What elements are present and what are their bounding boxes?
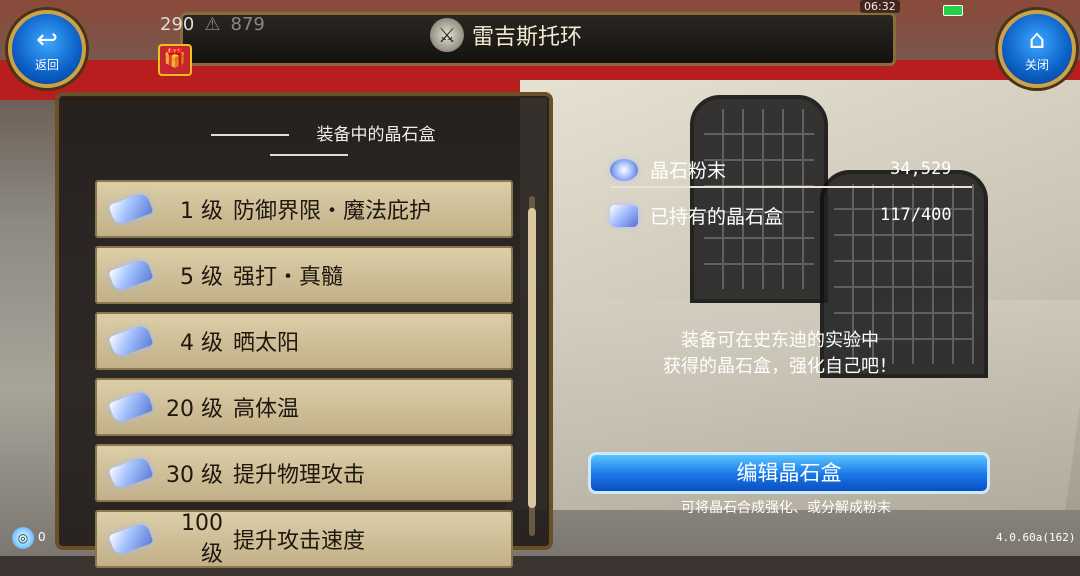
close-label: 关闭 — [1024, 58, 1049, 72]
item-name: 提升攻击速度 — [233, 529, 366, 554]
back-label: 返回 — [34, 58, 59, 72]
title-area: ⚔ 雷吉斯托环 — [430, 18, 582, 52]
crystal-icon — [108, 389, 154, 425]
home-icon: ⌂ — [1028, 25, 1046, 55]
scrollbar-thumb[interactable] — [528, 208, 536, 508]
secondary-currency-amount: 879 — [230, 14, 265, 35]
item-level: 4 级 — [180, 331, 223, 356]
info-message: 装备可在史东迪的实验中 获得的晶石盒，强化自己吧！ — [620, 328, 940, 380]
owned-box-value: 117/400 — [880, 205, 952, 225]
panel-heading-text: 装备中的晶石盒 — [316, 125, 436, 145]
corner-number: 0 — [38, 530, 46, 544]
crystal-dust-row: 晶石粉末 — [610, 156, 726, 183]
currency-amount: 290 — [160, 14, 195, 35]
status-icon[interactable]: ◎ — [12, 527, 34, 549]
info-divider — [610, 186, 972, 188]
owned-box-row: 已持有的晶石盒 — [610, 202, 783, 229]
gift-icon[interactable]: 🎁 — [158, 44, 192, 76]
page-title: 雷吉斯托环 — [472, 25, 583, 50]
item-name: 防御界限・魔法庇护 — [233, 199, 432, 224]
crystal-icon — [108, 191, 154, 227]
clock: 06:32 — [860, 0, 900, 13]
message-line-1: 装备可在史东迪的实验中 — [681, 330, 879, 351]
item-name: 晒太阳 — [233, 331, 300, 356]
equipped-crystal-panel: 装备中的晶石盒 1 级 防御界限・魔法庇护 5 级 强打・真髓 4 级 晒太阳 … — [55, 92, 553, 568]
crystal-icon — [108, 257, 154, 293]
list-item[interactable]: 5 级 强打・真髓 — [95, 246, 513, 304]
character-emblem-icon: ⚔ — [430, 18, 464, 52]
item-name: 强打・真髓 — [233, 265, 344, 290]
crystal-icon — [108, 521, 154, 557]
crystal-dust-icon — [610, 158, 638, 181]
message-line-2: 获得的晶石盒，强化自己吧！ — [663, 356, 897, 377]
owned-box-label: 已持有的晶石盒 — [650, 206, 784, 228]
crystal-dust-label: 晶石粉末 — [650, 160, 727, 182]
version-label: 4.0.60a(162) — [996, 531, 1076, 544]
crystal-icon — [108, 323, 154, 359]
back-arrow-icon: ↩ — [36, 25, 58, 55]
back-button[interactable]: ↩ 返回 — [8, 10, 86, 88]
item-name: 高体温 — [233, 397, 300, 422]
panel-heading: 装备中的晶石盒 — [119, 120, 499, 165]
crystal-box-icon — [610, 204, 638, 227]
item-level: 5 级 — [180, 265, 223, 290]
item-level: 30 级 — [166, 463, 223, 488]
battery-icon — [943, 5, 963, 16]
close-button[interactable]: ⌂ 关闭 — [998, 10, 1076, 88]
list-item[interactable]: 30 级 提升物理攻击 — [95, 444, 513, 502]
item-level: 100级 — [181, 510, 223, 567]
item-name: 提升物理攻击 — [233, 463, 366, 488]
divider — [210, 134, 289, 136]
currency-display: 290 ⚠ 879 — [160, 14, 265, 35]
gate-left — [690, 95, 828, 303]
item-level: 20 级 — [166, 397, 223, 422]
crystal-icon — [108, 455, 154, 491]
list-item[interactable]: 20 级 高体温 — [95, 378, 513, 436]
crystal-list: 1 级 防御界限・魔法庇护 5 级 强打・真髓 4 级 晒太阳 20 级 高体温… — [95, 180, 513, 576]
list-item[interactable]: 1 级 防御界限・魔法庇护 — [95, 180, 513, 238]
divider — [270, 154, 348, 156]
list-item[interactable]: 100级 提升攻击速度 — [95, 510, 513, 568]
crystal-dust-value: 34,529 — [890, 159, 952, 179]
list-item[interactable]: 4 级 晒太阳 — [95, 312, 513, 370]
edit-crystal-box-button[interactable]: 编辑晶石盒 — [588, 452, 990, 494]
item-level: 1 级 — [180, 199, 223, 224]
warning-icon: ⚠ — [204, 14, 221, 35]
hint-text: 可将晶石合成强化、或分解成粉末 — [681, 500, 891, 516]
